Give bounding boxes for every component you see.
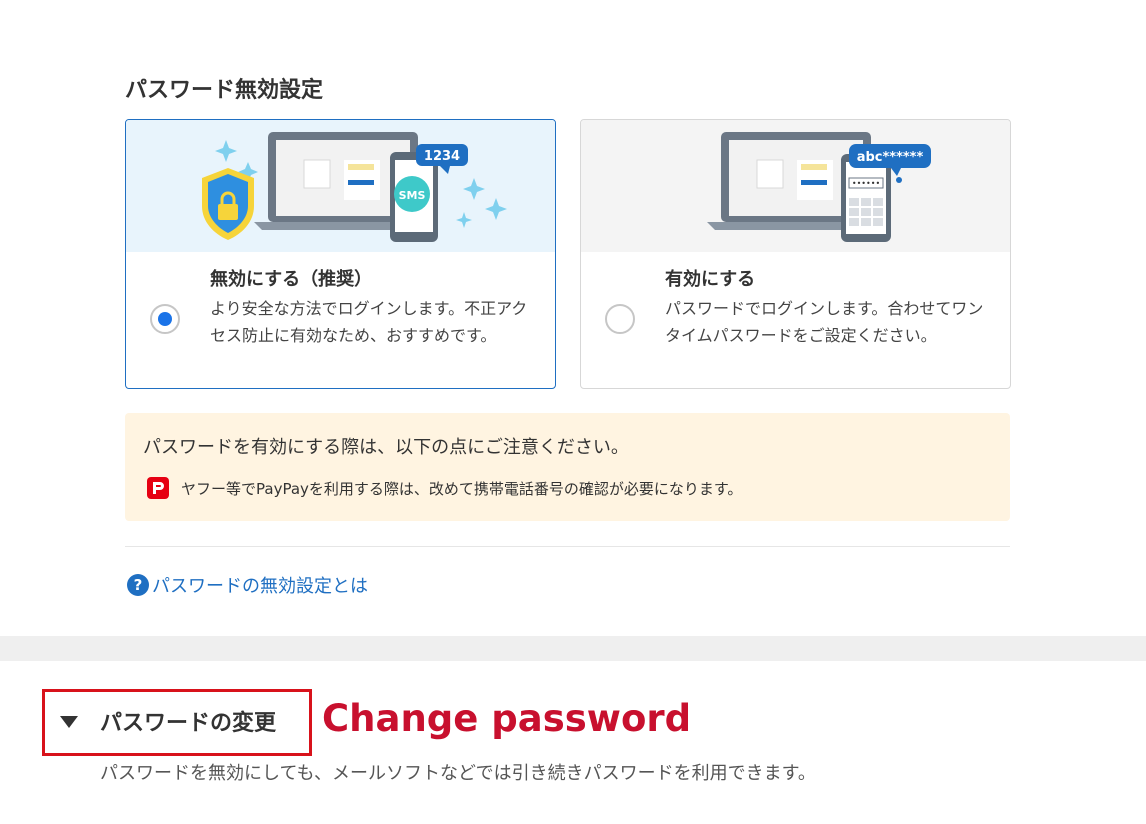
section-separator (0, 636, 1146, 661)
option-card-enable[interactable]: •••••• abc****** 有効にする パスワードでログインします。合わせ… (580, 119, 1011, 389)
radio-disable[interactable] (150, 304, 180, 334)
divider (125, 546, 1010, 547)
notice-item-paypay: ヤフー等でPayPayを利用する際は、改めて携帯電話番号の確認が必要になります。 (181, 480, 743, 498)
option-description-disable: より安全な方法でログインします。不正アクセス防止に有効なため、おすすめです。 (210, 299, 528, 345)
change-password-label: パスワードの変更 (100, 711, 277, 736)
password-settings-section: パスワード無効設定 SMS 1234 無効にする（推奨） より安全な方法でログイ… (0, 0, 1146, 636)
radio-selected-dot (158, 312, 172, 326)
radio-enable[interactable] (605, 304, 635, 334)
notice-heading: パスワードを有効にする際は、以下の点にご注意ください。 (143, 437, 629, 458)
option-card-disable[interactable]: SMS 1234 無効にする（推奨） より安全な方法でログインします。不正アクセ… (125, 119, 556, 389)
change-password-description: パスワードを無効にしても、メールソフトなどでは引き続きパスワードを利用できます。 (100, 763, 816, 784)
illustration-disable: SMS 1234 (126, 120, 555, 252)
caret-down-icon (60, 716, 78, 728)
option-title-disable: 無効にする（推奨） (210, 269, 373, 290)
illustration-enable: •••••• abc****** (581, 120, 1010, 252)
change-password-toggle[interactable]: パスワードの変更 (60, 705, 276, 737)
option-title-enable: 有効にする (665, 269, 756, 290)
page-title: パスワード無効設定 (125, 78, 324, 103)
help-link-disable-setting[interactable]: ? パスワードの無効設定とは (127, 572, 368, 598)
otp-bubble-text: 1234 (424, 149, 460, 164)
sms-chip-text: SMS (399, 189, 426, 202)
help-icon: ? (127, 574, 149, 596)
password-bubble-text: abc****** (857, 150, 924, 165)
paypay-icon (147, 477, 169, 499)
password-field-text: •••••• (852, 179, 880, 188)
notice-box: パスワードを有効にする際は、以下の点にご注意ください。 ヤフー等でPayPayを… (125, 413, 1010, 521)
help-link-label: パスワードの無効設定とは (152, 576, 368, 597)
change-password-annotation: Change password (322, 697, 692, 740)
option-description-enable: パスワードでログインします。合わせてワンタイムパスワードをご設定ください。 (665, 299, 984, 345)
